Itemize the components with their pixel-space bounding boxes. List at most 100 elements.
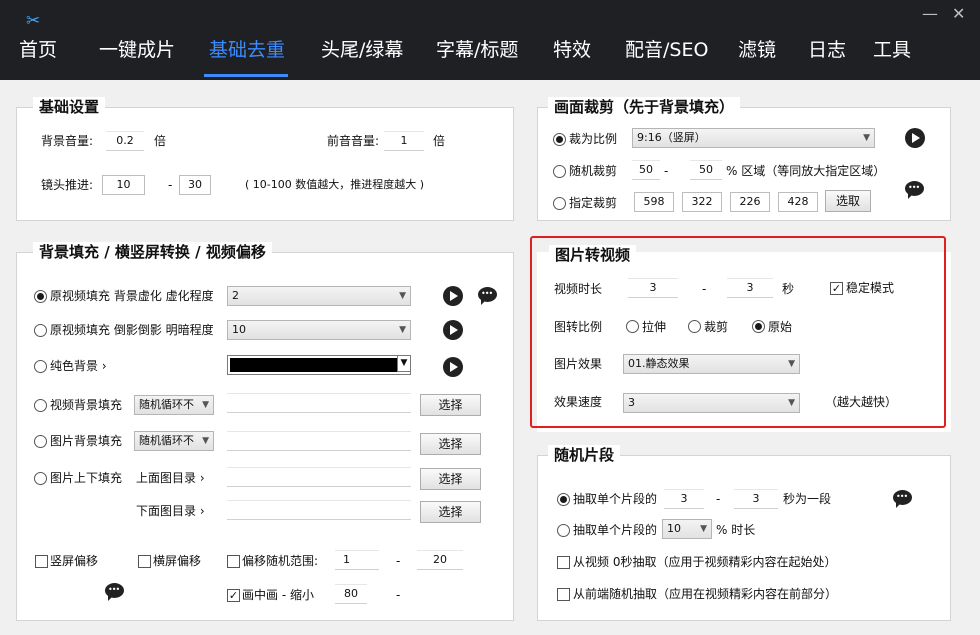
blur-level-select[interactable]: 2 ▼: [227, 286, 411, 306]
play-icon[interactable]: [443, 320, 463, 340]
top-dir-choose-button[interactable]: 选择: [420, 468, 481, 490]
clip-seconds-radio[interactable]: [557, 493, 570, 506]
offset-min-input[interactable]: 1: [335, 550, 379, 570]
clip-percent-radio[interactable]: [557, 524, 570, 537]
solid-bg-radio[interactable]: [34, 360, 47, 373]
tab-head-tail[interactable]: 头尾/绿幕: [321, 38, 403, 62]
video-bg-order-select[interactable]: 随机循环不 ▼: [134, 395, 214, 415]
image-bg-choose-button[interactable]: 选择: [420, 433, 481, 455]
play-icon[interactable]: [443, 357, 463, 377]
tab-filter[interactable]: 滤镜: [738, 38, 776, 62]
random-offset-label: 偏移随机范围:: [242, 554, 319, 568]
brightness-select[interactable]: 10 ▼: [227, 320, 411, 340]
basic-settings-group: 基础设置 背景音量: 0.2 倍 前音音量: 1 倍 镜头推进: 10 - 30…: [16, 97, 514, 221]
group-title: 画面裁剪（先于背景填充）: [548, 97, 741, 117]
horizontal-offset-checkbox[interactable]: [138, 555, 151, 568]
chat-icon[interactable]: [478, 287, 497, 305]
bg-volume-input[interactable]: 0.2: [106, 131, 144, 151]
pip-dash: -: [396, 588, 401, 602]
video-bg-path-input[interactable]: [227, 393, 411, 413]
crop-group: 画面裁剪（先于背景填充） 裁为比例 9:16（竖屏） ▼ 随机裁剪 50 - 50…: [537, 97, 951, 221]
top-dir-label: 上面图目录 ›: [136, 471, 205, 485]
chat-icon[interactable]: [893, 490, 912, 508]
solid-bg-label: 纯色背景 ›: [50, 359, 107, 373]
crop-y-input[interactable]: 322: [682, 192, 722, 212]
play-icon[interactable]: [905, 128, 925, 148]
chevron-down-icon[interactable]: ▼: [397, 355, 411, 372]
select-value: 10: [232, 323, 246, 336]
push-max-input[interactable]: 30: [179, 175, 211, 195]
vertical-offset-checkbox[interactable]: [35, 555, 48, 568]
tab-tools[interactable]: 工具: [873, 38, 911, 62]
background-fill-group: 背景填充 / 横竖屏转换 / 视频偏移 原视频填充 背景虚化 虚化程度 2▼ 原…: [16, 242, 514, 621]
crop-ratio-label: 裁为比例: [569, 132, 618, 146]
crop-pick-button[interactable]: 选取: [825, 190, 871, 212]
video-bg-choose-button[interactable]: 选择: [420, 394, 481, 416]
bottom-dir-choose-button[interactable]: 选择: [420, 501, 481, 523]
crop-fixed-radio[interactable]: [553, 197, 566, 210]
minimize-button[interactable]: —: [922, 6, 938, 22]
push-min-input[interactable]: 10: [102, 175, 145, 195]
crop-random-unit: % 区域（等同放大指定区域）: [726, 164, 886, 178]
tab-log[interactable]: 日志: [808, 38, 846, 62]
tab-subtitle[interactable]: 字幕/标题: [436, 38, 518, 62]
clip-min-input[interactable]: 3: [664, 489, 704, 509]
tab-one-click[interactable]: 一键成片: [99, 38, 175, 62]
color-picker[interactable]: [227, 355, 411, 375]
offset-max-input[interactable]: 20: [417, 550, 463, 570]
crop-h-input[interactable]: 428: [778, 192, 818, 212]
tab-basic-dedup[interactable]: 基础去重: [209, 38, 285, 62]
clip-from-start-checkbox[interactable]: [557, 556, 570, 569]
fill-reflect-radio[interactable]: [34, 324, 47, 337]
video-bg-radio[interactable]: [34, 399, 47, 412]
tab-dubbing[interactable]: 配音/SEO: [625, 38, 708, 62]
fill-blur-label: 原视频填充 背景虚化 虚化程度: [50, 289, 214, 303]
crop-ratio-radio[interactable]: [553, 133, 566, 146]
clip-percent-select[interactable]: 10 ▼: [662, 519, 712, 539]
play-icon[interactable]: [443, 286, 463, 306]
clip-max-input[interactable]: 3: [734, 489, 778, 509]
bg-volume-unit: 倍: [154, 134, 167, 148]
group-title: 背景填充 / 横竖屏转换 / 视频偏移: [33, 242, 272, 262]
pip-scale-input[interactable]: 80: [335, 584, 367, 604]
chat-icon[interactable]: [105, 583, 124, 601]
crop-random-max-input[interactable]: 50: [690, 160, 722, 180]
bottom-dir-input[interactable]: [227, 500, 411, 520]
image-bg-radio[interactable]: [34, 435, 47, 448]
bottom-dir-label: 下面图目录 ›: [136, 504, 205, 518]
crop-fixed-label: 指定裁剪: [569, 196, 618, 210]
clip-percent-label: 抽取单个片段的: [573, 523, 658, 537]
clip-dash: -: [716, 492, 721, 506]
image-bg-path-input[interactable]: [227, 431, 411, 451]
clip-front-random-checkbox[interactable]: [557, 588, 570, 601]
highlight-frame: [530, 236, 946, 428]
tab-home[interactable]: 首页: [19, 38, 57, 62]
crop-ratio-select[interactable]: 9:16（竖屏） ▼: [632, 128, 875, 148]
group-title: 随机片段: [548, 445, 621, 465]
random-offset-checkbox[interactable]: [227, 555, 240, 568]
image-bg-order-select[interactable]: 随机循环不 ▼: [134, 431, 214, 451]
chevron-down-icon: ▼: [202, 400, 209, 410]
tab-effects[interactable]: 特效: [553, 38, 591, 62]
crop-random-dash: -: [664, 164, 669, 178]
select-value: 10: [667, 522, 681, 535]
checkmark-icon: ✓: [228, 589, 239, 602]
clip-seconds-label: 抽取单个片段的: [573, 492, 658, 506]
pip-label: 画中画 - 缩小: [242, 588, 314, 602]
crop-x-input[interactable]: 598: [634, 192, 674, 212]
crop-random-min-input[interactable]: 50: [632, 160, 660, 180]
push-dash: -: [168, 178, 173, 192]
bg-volume-label: 背景音量:: [41, 134, 94, 148]
fg-volume-input[interactable]: 1: [384, 131, 424, 151]
chat-icon[interactable]: [905, 181, 924, 199]
clip-from-start-label: 从视频 0秒抽取（应用于视频精彩内容在起始处）: [573, 555, 837, 569]
image-topbottom-radio[interactable]: [34, 472, 47, 485]
close-button[interactable]: ✕: [952, 6, 965, 22]
fill-blur-radio[interactable]: [34, 290, 47, 303]
top-dir-input[interactable]: [227, 467, 411, 487]
chevron-down-icon: ▼: [863, 133, 870, 143]
crop-w-input[interactable]: 226: [730, 192, 770, 212]
crop-random-radio[interactable]: [553, 165, 566, 178]
select-value: 随机循环不: [139, 434, 194, 447]
pip-checkbox[interactable]: ✓: [227, 589, 240, 602]
